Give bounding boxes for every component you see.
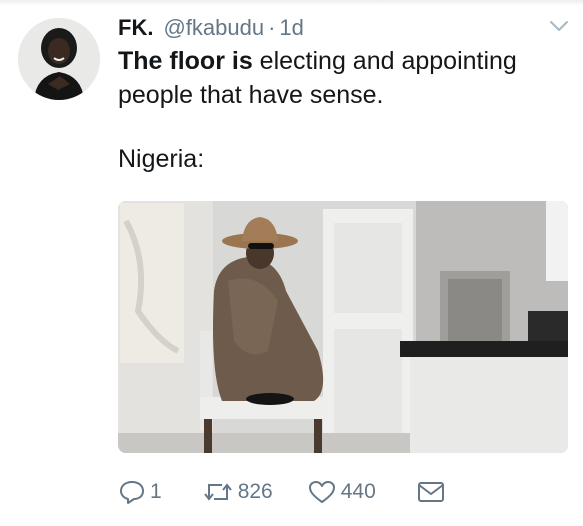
avatar[interactable] [18, 18, 100, 100]
tweet-actions: 1 826 440 [118, 476, 446, 508]
reply-button[interactable]: 1 [118, 479, 162, 505]
retweet-button[interactable]: 826 [202, 479, 273, 505]
tweet-text: The floor is electing and appointing peo… [118, 44, 573, 176]
tweet-photo[interactable] [118, 201, 568, 453]
tweet-line-1-rest: electing and appointing [252, 47, 517, 75]
tweet-header: FK. @fkabudu · 1d [118, 11, 563, 45]
separator: · [268, 15, 276, 40]
user-handle[interactable]: @fkabudu [163, 15, 264, 41]
retweet-count: 826 [237, 480, 273, 503]
tweet-bold-text: The floor is [118, 47, 253, 75]
retweet-icon [202, 479, 234, 505]
reply-icon [118, 479, 146, 505]
chevron-down-icon[interactable] [547, 16, 571, 36]
envelope-icon [416, 480, 446, 504]
direct-message-button[interactable] [416, 480, 446, 504]
top-divider [0, 0, 583, 6]
tweet-line-3: Nigeria: [118, 145, 205, 173]
like-count: 440 [340, 480, 376, 503]
display-name[interactable]: FK. [118, 15, 153, 41]
like-button[interactable]: 440 [307, 479, 376, 505]
tweet-line-2: people that have sense. [118, 81, 384, 109]
heart-icon [307, 479, 337, 505]
timestamp[interactable]: 1d [279, 15, 303, 41]
reply-count: 1 [150, 480, 162, 503]
tweet-line-1: The floor is electing and appointing [118, 44, 573, 78]
